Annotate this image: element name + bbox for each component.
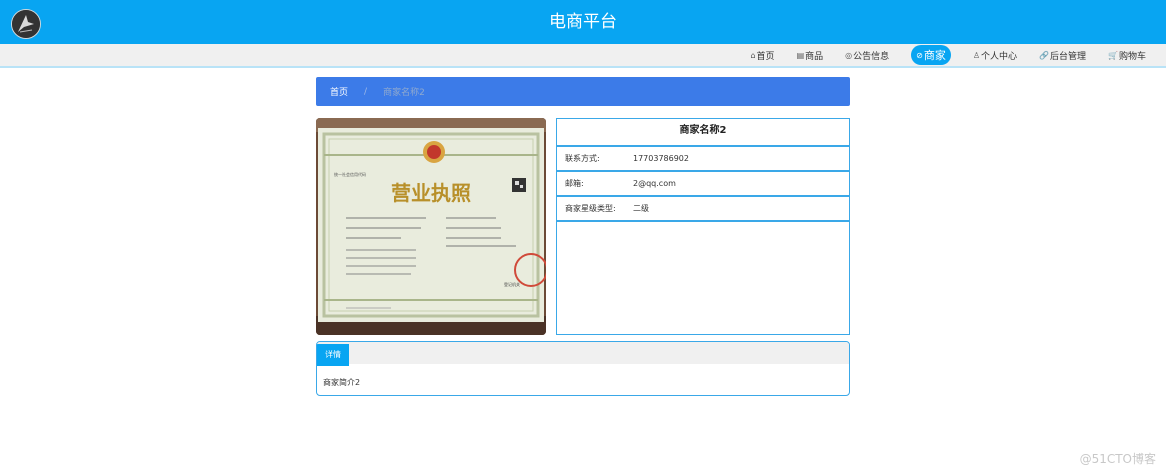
nav-announcements-label: 公告信息 (853, 51, 890, 62)
nav-cart-icon: 🛒 (1108, 50, 1118, 60)
nav-personal-center[interactable]: ♙ 个人中心 (973, 45, 1017, 65)
merchant-name: 商家名称2 (557, 119, 849, 147)
contact-value: 17703786902 (633, 154, 689, 163)
nav-merchants-icon: ⊘ (916, 50, 923, 60)
nav-bar: ⌂ 首页 ▤ 商品 ◎ 公告信息 ⊘ 商家 ♙ 个人中心 🔗 后台管理 🛒 购物车 (0, 44, 1166, 68)
nav-home-label: 首页 (756, 51, 775, 62)
merchant-email-row: 邮箱: 2@qq.com (557, 172, 849, 197)
tab-detail[interactable]: 详情 (317, 344, 349, 366)
detail-tabs: 详情 (317, 342, 849, 366)
license-top-left-text: 统一社会信用代码 (334, 171, 366, 177)
nav-admin-label: 后台管理 (1050, 51, 1087, 62)
nav-menu: ⌂ 首页 ▤ 商品 ◎ 公告信息 ⊘ 商家 ♙ 个人中心 🔗 后台管理 🛒 购物车 (728, 45, 1146, 65)
contact-label: 联系方式: (565, 154, 600, 163)
business-license-image: 统一社会信用代码 营业执照 登记机关 (316, 118, 546, 335)
nav-personal-center-label: 个人中心 (981, 51, 1018, 62)
detail-content: 商家简介2 (323, 378, 361, 387)
detail-section: 详情 商家简介2 (316, 341, 850, 396)
breadcrumb-separator: / (364, 86, 368, 97)
nav-home[interactable]: ⌂ 首页 (750, 45, 774, 65)
nav-admin-icon: 🔗 (1039, 50, 1049, 60)
top-header-bar: 电商平台 (0, 0, 1166, 44)
breadcrumb-current: 商家名称2 (383, 88, 425, 98)
merchant-info-panel: 商家名称2 联系方式: 17703786902 邮箱: 2@qq.com 商家星… (556, 118, 850, 335)
nav-products[interactable]: ▤ 商品 (797, 45, 824, 65)
nav-merchants[interactable]: ⊘ 商家 (911, 45, 951, 65)
breadcrumb-home[interactable]: 首页 (330, 85, 348, 98)
nav-products-label: 商品 (805, 51, 824, 62)
watermark: @51CTO博客 (1079, 452, 1156, 466)
nav-cart-label: 购物车 (1118, 51, 1146, 62)
merchant-star-type-row: 商家星级类型: 二级 (557, 197, 849, 222)
merchant-contact-row: 联系方式: 17703786902 (557, 147, 849, 172)
nav-announcements-icon: ◎ (845, 50, 853, 60)
license-title-text: 营业执照 (391, 181, 471, 205)
site-title: 电商平台 (549, 12, 617, 32)
breadcrumb: 首页 / 商家名称2 (316, 77, 850, 106)
nav-admin[interactable]: 🔗 后台管理 (1039, 45, 1086, 65)
nav-announcements[interactable]: ◎ 公告信息 (845, 45, 889, 65)
license-seal-text: 登记机关 (504, 281, 520, 287)
star-type-label: 商家星级类型: (565, 204, 616, 213)
nav-merchants-label: 商家 (923, 49, 946, 62)
star-type-value: 二级 (633, 204, 649, 213)
email-value: 2@qq.com (633, 179, 676, 188)
nav-cart[interactable]: 🛒 购物车 (1108, 45, 1146, 65)
nav-products-icon: ▤ (796, 50, 805, 60)
nav-home-icon: ⌂ (750, 50, 756, 60)
email-label: 邮箱: (565, 179, 584, 188)
nav-personal-center-icon: ♙ (972, 50, 981, 60)
